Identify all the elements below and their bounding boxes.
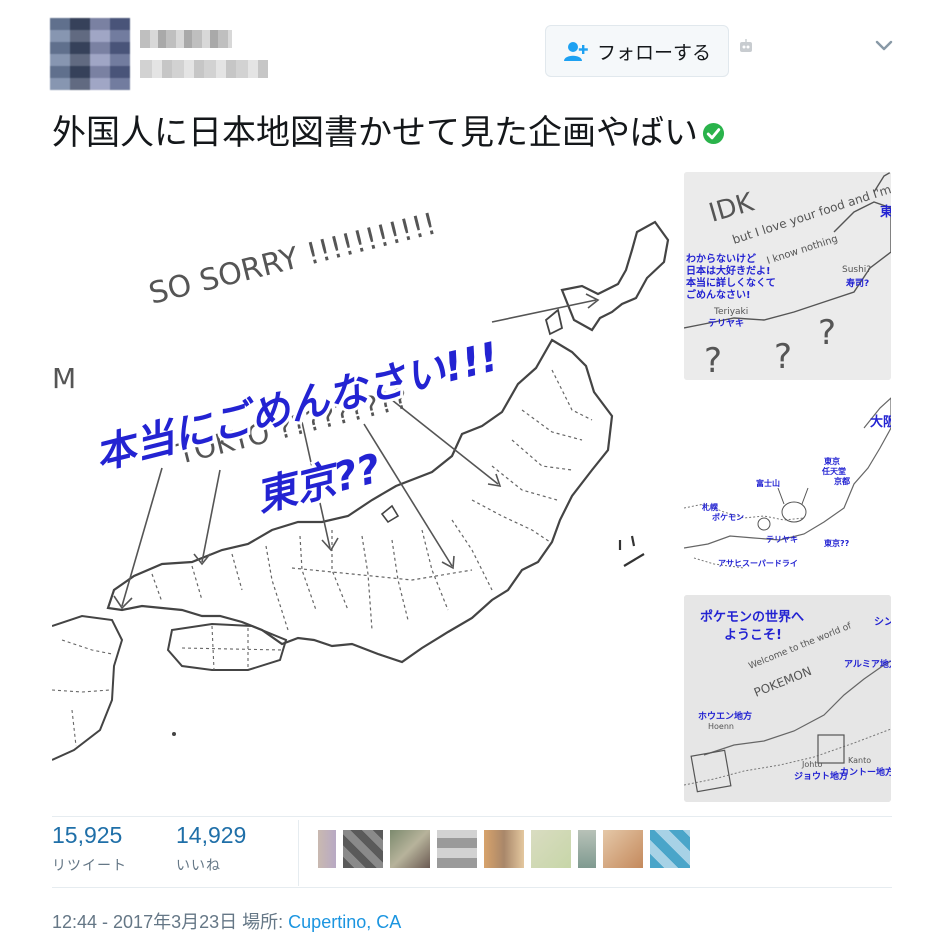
handwriting-so-sorry: SO SORRY !!!!!!!!!!! — [145, 206, 439, 311]
tweet-image-4[interactable]: ポケモンの世界へ ようこそ! ホウエン地方 ジョウト地方 カントー地方 アルミア… — [684, 595, 891, 802]
side3-handwriting-hoenn: Hoenn — [708, 722, 734, 731]
side3-label-shin: シン — [874, 616, 891, 628]
side3-overlay-line2: ようこそ! — [724, 628, 782, 643]
chevron-down-icon[interactable] — [875, 40, 893, 52]
liker-avatar[interactable] — [531, 830, 571, 868]
side1-overlay-line3: 本当に詳しくなくて — [686, 276, 776, 289]
person-plus-icon — [563, 42, 588, 61]
side2-label-sapporo: 札幌 — [701, 502, 718, 512]
svg-text:?: ? — [774, 337, 792, 377]
follow-button-label: フォローする — [596, 41, 711, 64]
side-image-1-content: IDK but I love your food and I'm sorry I… — [684, 172, 891, 380]
liker-avatars — [318, 830, 690, 868]
svg-text:?: ? — [704, 341, 722, 380]
divider-bottom — [52, 887, 892, 888]
side2-label-asahi: アサヒスーパードライ — [718, 558, 798, 568]
tweet-image-2[interactable]: IDK but I love your food and I'm sorry I… — [684, 172, 891, 380]
side2-label-nintendo: 任天堂 — [821, 466, 846, 476]
side3-label-almia: アルミア地方 — [844, 658, 891, 670]
liker-avatar[interactable] — [578, 830, 596, 868]
overlay-text-line1: 本当にごめんなさい!!! — [91, 334, 504, 479]
like-stat[interactable]: 14,929 いいね — [176, 822, 246, 875]
side1-label-east: 東 — [880, 204, 891, 220]
retweet-stat[interactable]: 15,925 リツイート — [52, 822, 127, 875]
side1-overlay-line2: 日本は大好きだよ! — [686, 264, 771, 277]
side3-overlay-line1: ポケモンの世界へ — [700, 609, 804, 625]
side-image-3-content: ポケモンの世界へ ようこそ! ホウエン地方 ジョウト地方 カントー地方 アルミア… — [684, 595, 891, 802]
side2-label-kyoto: 京都 — [834, 476, 850, 486]
handwriting-m: M — [52, 362, 76, 395]
side1-label-teriyaki: テリヤキ — [708, 318, 744, 329]
tweet-text-content: 外国人に日本地図書かせて見た企画やばい — [52, 113, 698, 153]
side1-overlay-line4: ごめんなさい! — [686, 288, 751, 301]
side-image-2-content: 大阪 富士山 札幌 東京 京都 任天堂 東京?? ポケモン アサヒスーパードライ… — [684, 388, 891, 587]
liker-avatar[interactable] — [343, 830, 383, 868]
side3-handwriting-johto: Johto — [801, 760, 822, 769]
stats-separator — [298, 820, 299, 886]
side2-label-tokyo-question: 東京?? — [824, 538, 850, 548]
tweet-header: フォローする — [0, 0, 942, 100]
side1-handwriting-sushi: Sushi? — [842, 265, 871, 275]
liker-avatar[interactable] — [484, 830, 524, 868]
tweet-text: 外国人に日本地図書かせて見た企画やばい — [52, 108, 912, 158]
liker-avatar[interactable] — [650, 830, 690, 868]
overlay-text-line2: 東京?? — [252, 446, 386, 521]
retweet-label: リツイート — [52, 858, 127, 874]
side2-label-osaka: 大阪 — [870, 414, 891, 430]
blurred-display-name[interactable] — [140, 30, 232, 48]
like-label: いいね — [176, 858, 221, 874]
liker-avatar[interactable] — [390, 830, 430, 868]
side3-label-kanto: カントー地方 — [840, 766, 891, 778]
retweet-count: 15,925 — [52, 822, 123, 848]
blurred-username[interactable] — [140, 60, 268, 78]
tweet-image-main[interactable]: SO SORRY !!!!!!!!!!! M TOKYO ????????? 本… — [52, 170, 676, 802]
svg-text:?: ? — [818, 313, 836, 353]
tweet-image-3[interactable]: 大阪 富士山 札幌 東京 京都 任天堂 東京?? ポケモン アサヒスーパードライ… — [684, 388, 891, 587]
side3-handwriting-kanto: Kanto — [848, 756, 871, 765]
follow-button[interactable]: フォローする — [545, 25, 729, 77]
tweet-time[interactable]: 12:44 - 2017年3月23日 — [52, 912, 237, 932]
liker-avatar[interactable] — [603, 830, 643, 868]
checkmark-circle-icon — [702, 122, 725, 144]
side2-label-pokemon: ポケモン — [712, 512, 744, 522]
place-link[interactable]: Cupertino, CA — [288, 912, 401, 932]
side1-handwriting-teriyaki: Teriyaki — [713, 307, 748, 317]
side2-label-fuji: 富士山 — [756, 478, 780, 488]
like-count: 14,929 — [176, 822, 247, 848]
liker-avatar[interactable] — [318, 830, 336, 868]
liker-avatar[interactable] — [437, 830, 477, 868]
place-prefix: 場所: — [242, 912, 284, 932]
divider-top — [52, 816, 892, 817]
side1-label-sushi: 寿司? — [846, 277, 869, 289]
side2-label-tokyo: 東京 — [824, 456, 840, 466]
side2-label-teriyaki: テリヤキ — [766, 535, 798, 544]
hand-drawn-japan-map: SO SORRY !!!!!!!!!!! M TOKYO ????????? 本… — [52, 206, 670, 761]
avatar[interactable] — [50, 18, 130, 90]
tweet-timestamp: 12:44 - 2017年3月23日 場所: Cupertino, CA — [52, 908, 401, 934]
side1-overlay-line1: わからないけど — [686, 252, 756, 265]
robot-icon — [740, 39, 752, 52]
side3-label-hoenn: ホウエン地方 — [698, 710, 752, 722]
